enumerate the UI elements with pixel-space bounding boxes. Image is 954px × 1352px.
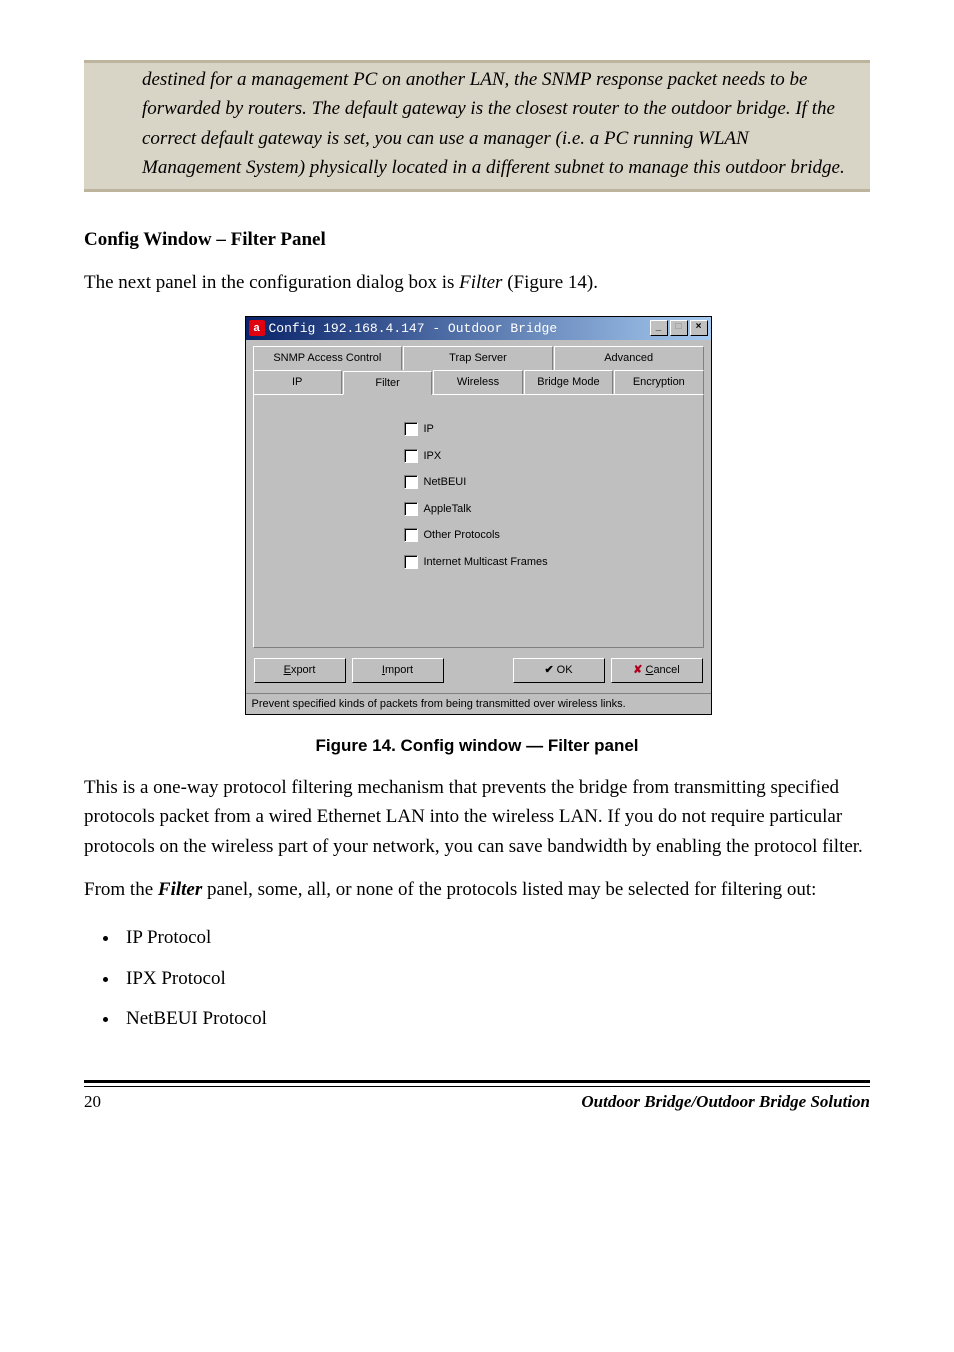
checkbox-ip[interactable]: IP bbox=[404, 421, 693, 438]
checkbox-netbeui[interactable]: NetBEUI bbox=[404, 474, 693, 491]
ok-button[interactable]: ✔ OK bbox=[513, 658, 605, 683]
checkbox-box-icon bbox=[404, 502, 418, 516]
left-buttons: Export Import bbox=[254, 658, 444, 683]
checkbox-label: Internet Multicast Frames bbox=[424, 554, 548, 571]
page-number: 20 bbox=[84, 1089, 101, 1115]
para3-suffix: panel, some, all, or none of the protoco… bbox=[202, 879, 816, 900]
dialog-window: a Config 192.168.4.147 - Outdoor Bridge … bbox=[245, 316, 712, 716]
para-2: This is a one-way protocol filtering mec… bbox=[84, 773, 870, 861]
intro-em: Filter bbox=[459, 272, 502, 293]
list-item: IPX Protocol bbox=[120, 959, 870, 1000]
app-icon: a bbox=[249, 320, 265, 336]
export-button[interactable]: Export bbox=[254, 658, 346, 683]
checkbox-label: Other Protocols bbox=[424, 527, 500, 544]
intro-prefix: The next panel in the configuration dial… bbox=[84, 272, 459, 293]
tab-encryption[interactable]: Encryption bbox=[614, 370, 703, 395]
tabs-area: SNMP Access Control Trap Server Advanced… bbox=[246, 340, 711, 648]
checkbox-box-icon bbox=[404, 528, 418, 542]
tab-row-front: IP Filter Wireless Bridge Mode Encryptio… bbox=[253, 370, 704, 395]
para-3: From the Filter panel, some, all, or non… bbox=[84, 875, 870, 904]
list-item: IP Protocol bbox=[120, 918, 870, 959]
para3-prefix: From the bbox=[84, 879, 158, 900]
checkbox-other-protocols[interactable]: Other Protocols bbox=[404, 527, 693, 544]
doc-title: Outdoor Bridge/Outdoor Bridge Solution bbox=[581, 1089, 870, 1115]
statusbar: Prevent specified kinds of packets from … bbox=[246, 693, 711, 715]
titlebar-left: a Config 192.168.4.147 - Outdoor Bridge bbox=[249, 319, 558, 339]
checkbox-box-icon bbox=[404, 422, 418, 436]
panel-body: IP IPX NetBEUI AppleTalk Other Protocols… bbox=[253, 394, 704, 648]
tab-wireless[interactable]: Wireless bbox=[433, 370, 522, 395]
checkbox-appletalk[interactable]: AppleTalk bbox=[404, 501, 693, 518]
tab-snmp[interactable]: SNMP Access Control bbox=[253, 346, 403, 370]
intro-suffix: (Figure 14). bbox=[502, 272, 598, 293]
tab-row-back: SNMP Access Control Trap Server Advanced bbox=[253, 346, 704, 370]
titlebar: a Config 192.168.4.147 - Outdoor Bridge … bbox=[246, 317, 711, 341]
window-controls: _ □ × bbox=[650, 320, 708, 336]
checkbox-label: AppleTalk bbox=[424, 501, 472, 518]
button-row: Export Import ✔ OK ✘Cancel bbox=[246, 648, 711, 693]
tab-trap-server[interactable]: Trap Server bbox=[403, 346, 553, 370]
tab-filter[interactable]: Filter bbox=[343, 371, 432, 396]
figure-caption: Figure 14. Config window — Filter panel bbox=[84, 733, 870, 759]
checkbox-label: NetBEUI bbox=[424, 474, 467, 491]
checkbox-box-icon bbox=[404, 475, 418, 489]
check-icon: ✔ bbox=[544, 664, 553, 676]
bullet-list: IP Protocol IPX Protocol NetBEUI Protoco… bbox=[84, 918, 870, 1040]
tab-bridge-mode[interactable]: Bridge Mode bbox=[524, 370, 613, 395]
checkbox-label: IP bbox=[424, 421, 434, 438]
cancel-button[interactable]: ✘Cancel bbox=[611, 658, 703, 683]
page-footer: 20 Outdoor Bridge/Outdoor Bridge Solutio… bbox=[84, 1080, 870, 1115]
checkbox-ipx[interactable]: IPX bbox=[404, 448, 693, 465]
note-text: destined for a management PC on another … bbox=[142, 65, 850, 183]
para3-em: Filter bbox=[158, 879, 202, 900]
x-icon: ✘ bbox=[633, 664, 642, 676]
section-heading: Config Window – Filter Panel bbox=[84, 226, 870, 255]
ok-label: OK bbox=[557, 664, 573, 676]
minimize-button[interactable]: _ bbox=[650, 320, 668, 336]
right-buttons: ✔ OK ✘Cancel bbox=[513, 658, 703, 683]
checkbox-label: IPX bbox=[424, 448, 442, 465]
maximize-button: □ bbox=[670, 320, 688, 336]
import-button[interactable]: Import bbox=[352, 658, 444, 683]
close-button[interactable]: × bbox=[690, 320, 708, 336]
note-box: destined for a management PC on another … bbox=[84, 60, 870, 192]
window-title: Config 192.168.4.147 - Outdoor Bridge bbox=[269, 319, 558, 339]
intro-paragraph: The next panel in the configuration dial… bbox=[84, 268, 870, 297]
tab-ip[interactable]: IP bbox=[253, 370, 342, 395]
screenshot: a Config 192.168.4.147 - Outdoor Bridge … bbox=[245, 316, 710, 716]
list-item: NetBEUI Protocol bbox=[120, 999, 870, 1040]
tab-advanced[interactable]: Advanced bbox=[554, 346, 704, 370]
checkbox-internet-multicast[interactable]: Internet Multicast Frames bbox=[404, 554, 693, 571]
checkbox-box-icon bbox=[404, 555, 418, 569]
checkbox-box-icon bbox=[404, 449, 418, 463]
